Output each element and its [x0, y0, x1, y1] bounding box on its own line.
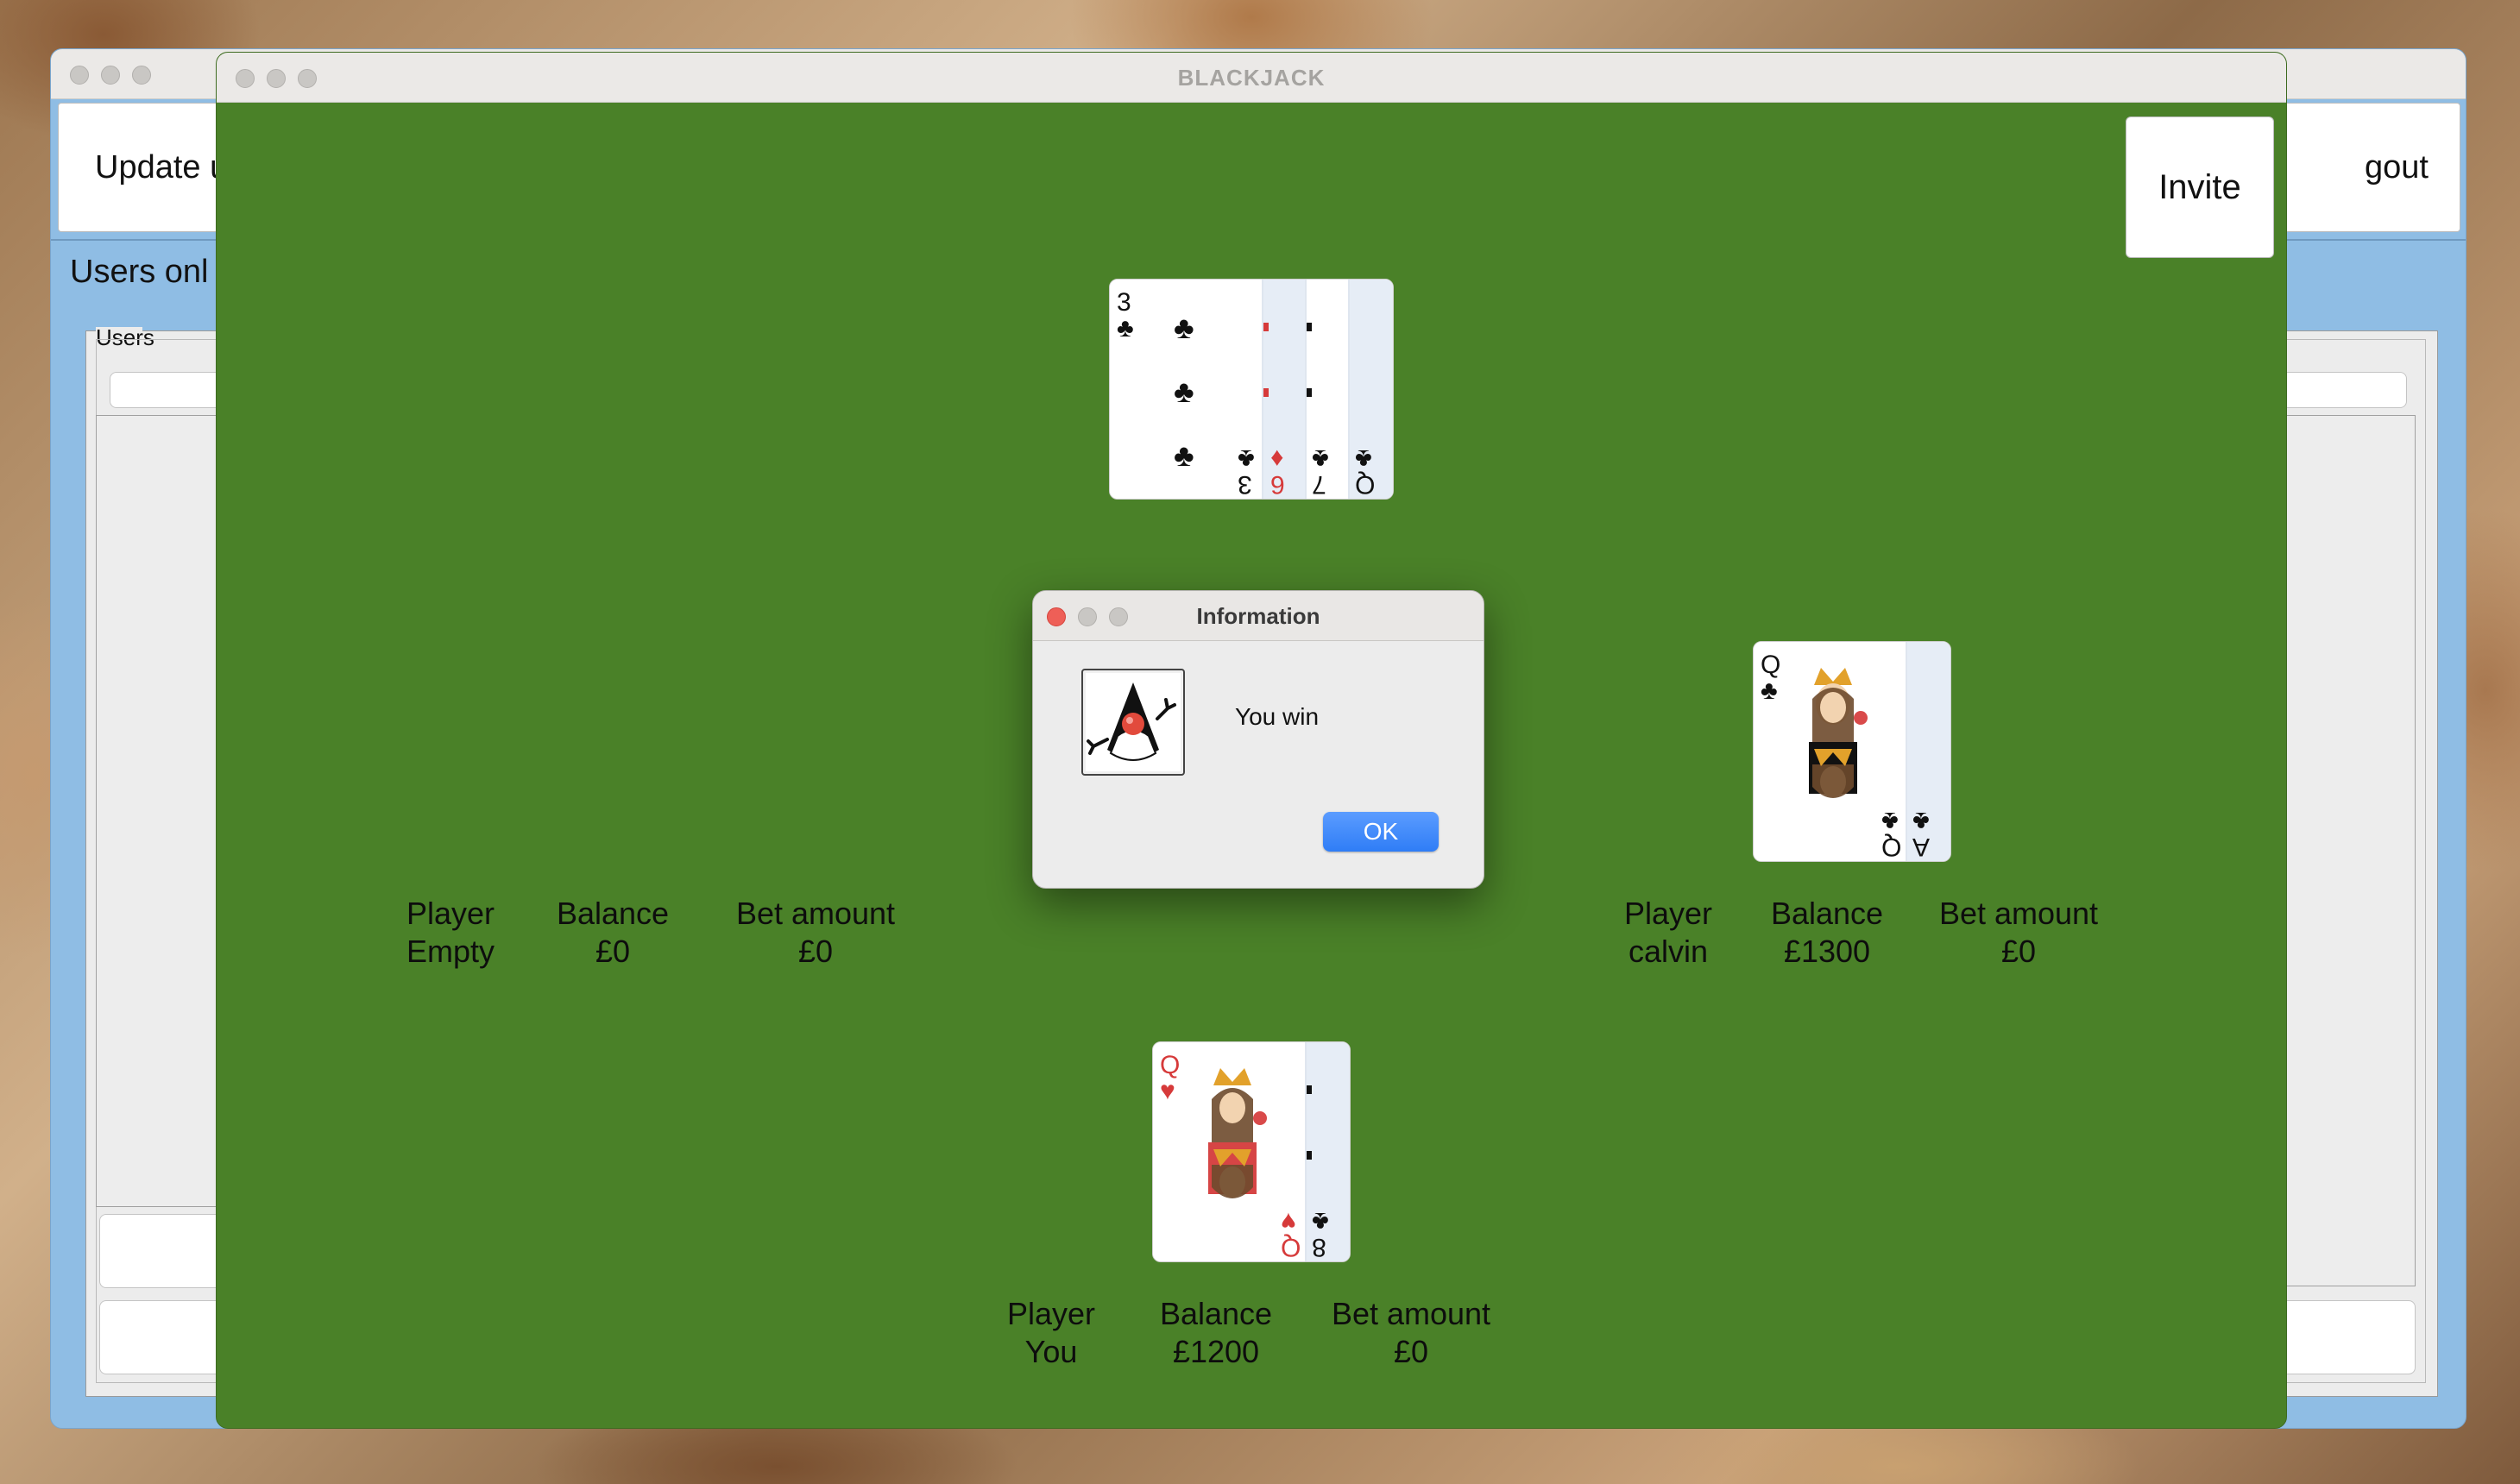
- invite-button[interactable]: Invite: [2126, 116, 2274, 258]
- card-q-clubs: ♣ Q: [1348, 280, 1393, 499]
- card-rank: Q: [1881, 833, 1902, 861]
- balance-heading: Balance: [1770, 896, 1884, 931]
- users-list-right[interactable]: [2277, 415, 2416, 1286]
- bet-heading: Bet amount: [1331, 1296, 1491, 1331]
- card-suit: ♣: [1312, 1207, 1329, 1236]
- right-balance-info: Balance £1300: [1758, 895, 1896, 971]
- card-rank: Q: [1281, 1233, 1301, 1261]
- left-balance-info: Balance £0: [548, 895, 677, 971]
- player-name: calvin: [1628, 934, 1709, 969]
- dialog-title: Information: [1196, 603, 1320, 629]
- bet-heading: Bet amount: [1938, 896, 2099, 931]
- balance-heading: Balance: [556, 896, 670, 931]
- card-rank: A: [1912, 833, 1931, 861]
- card-rank: 6: [1270, 470, 1285, 499]
- club-pip: ♣: [1174, 437, 1194, 473]
- bet-heading: Bet amount: [735, 896, 896, 931]
- card-rank: 3: [1117, 288, 1131, 317]
- card-rank: 3: [1238, 470, 1252, 499]
- card-suit: ♣: [1312, 444, 1329, 473]
- pip-edge: [1307, 323, 1312, 331]
- pip-edge: [1307, 1085, 1312, 1094]
- users-window-traffic-lights: [51, 49, 151, 101]
- card-suit: ♣: [1761, 676, 1778, 705]
- bottom-bet-info: Bet amount £0: [1307, 1295, 1515, 1371]
- player-heading: Player: [406, 896, 495, 931]
- pip-edge: [1307, 1151, 1312, 1160]
- card-suit: ♣: [1117, 314, 1134, 343]
- balance-heading: Balance: [1159, 1296, 1273, 1331]
- bottom-balance-info: Balance £1200: [1147, 1295, 1285, 1371]
- zoom-icon[interactable]: [132, 66, 151, 85]
- card-suit: ♣: [1238, 444, 1255, 473]
- pip-edge: [1263, 388, 1269, 397]
- club-pip: ♣: [1174, 310, 1194, 345]
- duke-mascot-icon: [1087, 682, 1176, 761]
- calvin-hand: Q ♣ ♣ Q ♣ A: [1753, 641, 1951, 862]
- dialog-message: You win: [1235, 703, 1320, 730]
- card-suit: ♥: [1281, 1207, 1296, 1236]
- bet-value: £0: [1393, 1334, 1429, 1369]
- right-player-info: Player calvin: [1615, 895, 1722, 971]
- left-bet-info: Bet amount £0: [712, 895, 919, 971]
- card-suit: ♥: [1160, 1077, 1175, 1105]
- bet-value: £0: [2000, 934, 2037, 969]
- card-suit: ♦: [1270, 444, 1284, 473]
- card-rank: Q: [1355, 470, 1376, 499]
- player-heading: Player: [1006, 1296, 1096, 1331]
- player-name: You: [1024, 1334, 1078, 1369]
- balance-value: £0: [595, 934, 631, 969]
- pip-edge: [1307, 388, 1312, 397]
- card-8-clubs: ♣ 8: [1305, 1042, 1350, 1261]
- card-a-clubs: ♣ A: [1906, 642, 1950, 861]
- card-rank: Q: [1160, 1051, 1181, 1079]
- information-dialog: Information You win OK: [1032, 590, 1484, 889]
- queen-face-icon: [1208, 1068, 1267, 1198]
- card-rank: 8: [1312, 1233, 1326, 1261]
- logout-button[interactable]: gout: [2277, 103, 2460, 232]
- card-suit: ♣: [1355, 444, 1372, 473]
- player-heading: Player: [1623, 896, 1713, 931]
- pip-edge: [1263, 323, 1269, 331]
- your-hand: Q ♥ ♥ Q ♣ 8: [1152, 1041, 1351, 1262]
- bottom-player-info: Player You: [1004, 1295, 1099, 1371]
- dealer-hand: 3 ♣ ♣ ♣ ♣ ♣ 3 ♦ 6 ♣ 7 ♣ Q: [1109, 279, 1394, 500]
- card-rank: Q: [1761, 651, 1781, 679]
- user-field-3[interactable]: [2277, 372, 2407, 408]
- close-icon[interactable]: [70, 66, 89, 85]
- minimize-icon[interactable]: [101, 66, 120, 85]
- window-title: BLACKJACK: [1177, 65, 1326, 91]
- club-pip: ♣: [1174, 374, 1194, 409]
- bet-value: £0: [797, 934, 834, 969]
- card-suit: ♣: [1912, 807, 1930, 835]
- queen-face-icon: [1809, 668, 1868, 798]
- balance-value: £1300: [1783, 934, 1871, 969]
- ok-button[interactable]: OK: [1323, 812, 1439, 852]
- message-field-3[interactable]: [2277, 1300, 2416, 1374]
- card-rank: 7: [1312, 470, 1326, 499]
- left-player-info: Player Empty: [403, 895, 498, 971]
- card-suit: ♣: [1881, 807, 1899, 835]
- java-duke-icon: [1081, 669, 1185, 776]
- balance-value: £1200: [1172, 1334, 1260, 1369]
- right-bet-info: Bet amount £0: [1915, 895, 2122, 971]
- player-name: Empty: [406, 934, 495, 969]
